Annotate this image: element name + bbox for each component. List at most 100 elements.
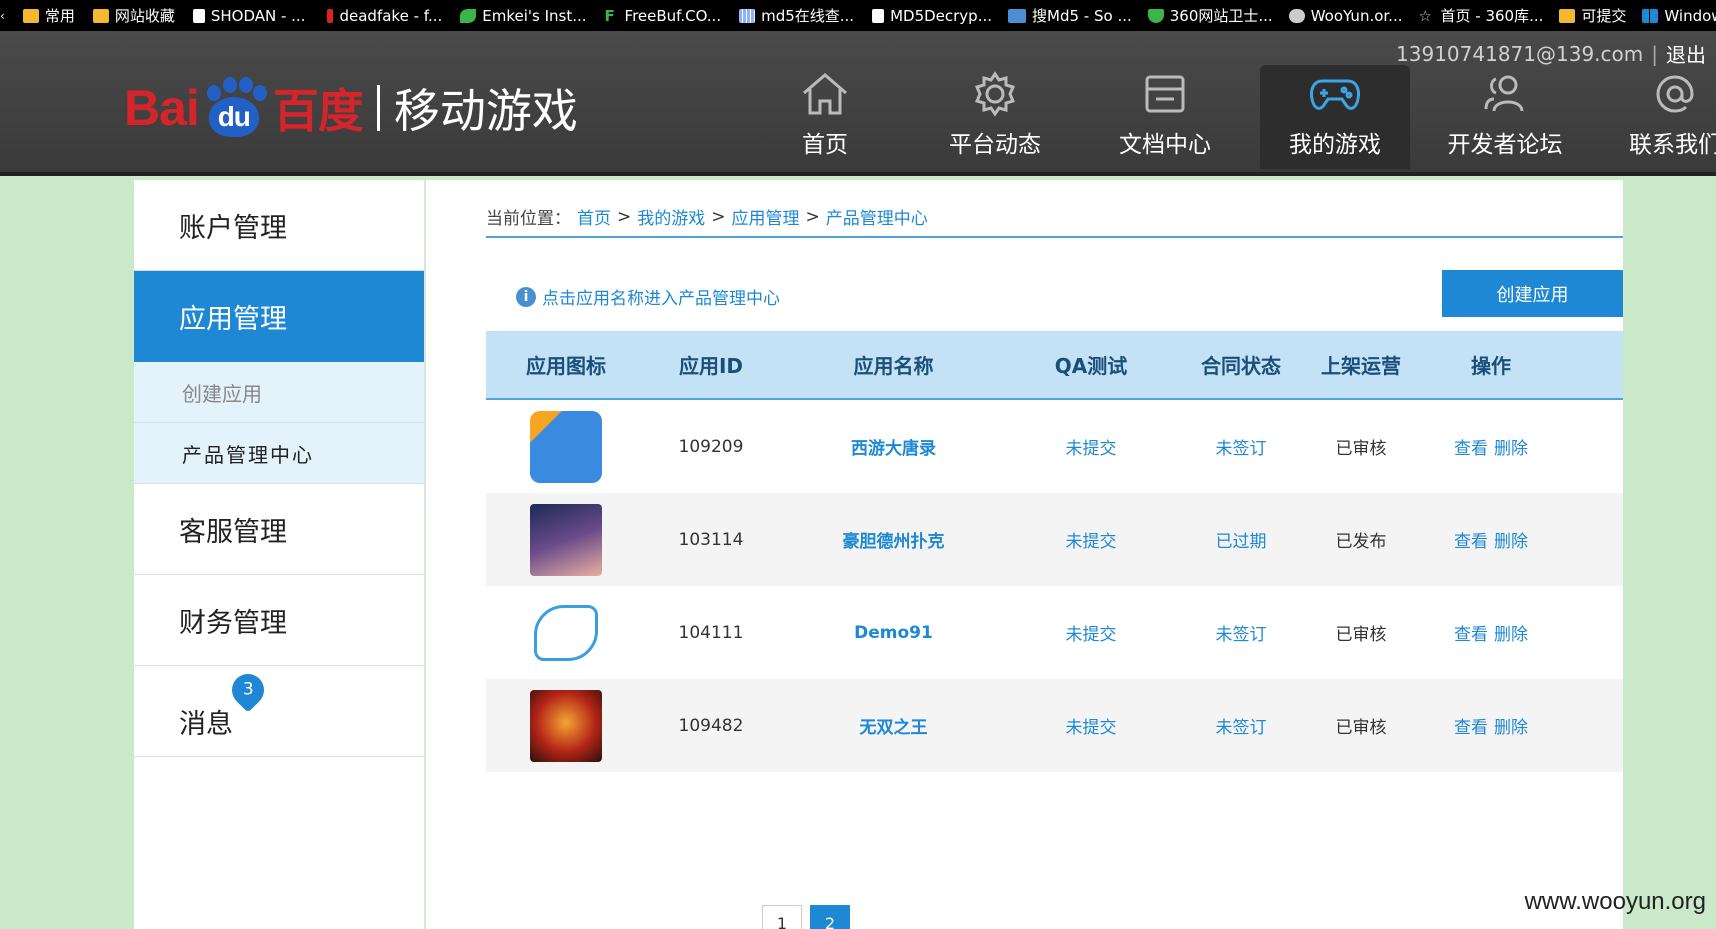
- delete-link[interactable]: 删除: [1494, 532, 1528, 552]
- column-header: 应用ID: [678, 354, 744, 378]
- star-icon: ☆: [1418, 6, 1432, 25]
- bookmark-item[interactable]: 可提交: [1559, 0, 1630, 31]
- app-name-link[interactable]: Demo91: [776, 623, 1011, 643]
- users-icon: [1484, 75, 1524, 112]
- bookmark-item[interactable]: Windows: [1642, 0, 1716, 31]
- chevron-left-icon: ‹: [0, 8, 5, 23]
- bookmark-item[interactable]: ‹: [0, 0, 23, 31]
- bookmark-item[interactable]: 搜Md5 - So ...: [1008, 0, 1136, 31]
- warrior-app-icon[interactable]: [530, 689, 602, 762]
- listing-status: 已审核: [1335, 625, 1387, 645]
- bookmark-item[interactable]: ☆ 首页 - 360库...: [1419, 0, 1548, 31]
- bookmark-item[interactable]: 常用: [22, 0, 79, 31]
- zhangju-app-icon[interactable]: [534, 604, 598, 661]
- bookmark-item[interactable]: deadfake - f...: [327, 0, 446, 31]
- page-button-current[interactable]: 2: [810, 905, 850, 929]
- poker-app-icon[interactable]: [530, 503, 602, 576]
- baidu-logo: Bai du 百度: [124, 75, 364, 141]
- sidebar-subitem-product-center[interactable]: 产品管理中心: [134, 423, 424, 484]
- bookmark-item[interactable]: SHODAN - ...: [192, 0, 310, 31]
- folder-icon: [1559, 8, 1576, 23]
- app-id: 109482: [678, 715, 744, 736]
- breadcrumb: 当前位置： 首页 > 我的游戏 > 应用管理 > 产品管理中心: [486, 204, 928, 230]
- bookmark-item[interactable]: MD5Decryp...: [872, 0, 996, 31]
- qa-status[interactable]: 未提交: [1011, 620, 1171, 645]
- app-name-link[interactable]: 西游大唐录: [776, 434, 1011, 459]
- bookmark-item[interactable]: F FreeBuf.CO...: [605, 0, 726, 31]
- nav-home[interactable]: 首页: [740, 65, 910, 169]
- app-id: 104111: [678, 622, 744, 643]
- app-name-link[interactable]: 豪胆德州扑克: [776, 527, 1011, 552]
- sidebar-item-customer-service[interactable]: 客服管理: [134, 484, 424, 575]
- listing-status: 已发布: [1335, 532, 1387, 552]
- contract-status[interactable]: 未签订: [1171, 434, 1311, 459]
- sidebar-subitem-create-app[interactable]: 创建应用: [134, 362, 424, 423]
- column-header: 操作: [1471, 354, 1511, 378]
- sidebar-item-app-management[interactable]: 应用管理: [134, 271, 424, 362]
- view-link[interactable]: 查看: [1454, 439, 1488, 459]
- logo[interactable]: Bai du 百度 移动游戏: [124, 67, 578, 149]
- delete-link[interactable]: 删除: [1494, 625, 1528, 645]
- breadcrumb-link[interactable]: 我的游戏: [637, 204, 705, 229]
- app-table: 应用图标 应用ID 应用名称 QA测试 合同状态 上架运营 操作 109209 …: [486, 331, 1623, 772]
- bookmark-item[interactable]: 网站收藏: [92, 0, 179, 31]
- table-header: 应用图标 应用ID 应用名称 QA测试 合同状态 上架运营 操作: [486, 331, 1623, 400]
- bookmark-item[interactable]: Emkei's Inst...: [460, 0, 590, 31]
- page-button[interactable]: 1: [762, 905, 802, 929]
- nav-docs[interactable]: 文档中心: [1080, 65, 1250, 169]
- qa-status[interactable]: 未提交: [1011, 527, 1171, 552]
- breadcrumb-link[interactable]: 产品管理中心: [826, 204, 928, 229]
- table-row: 109482 无双之王 未提交 未签订 已审核 查看 删除: [486, 679, 1623, 772]
- app-id: 103114: [678, 529, 744, 550]
- breadcrumb-separator: >: [711, 206, 726, 227]
- listing-status: 已审核: [1335, 439, 1387, 459]
- account-separator: |: [1651, 41, 1658, 66]
- at-icon: [1656, 75, 1694, 113]
- contract-status[interactable]: 未签订: [1171, 713, 1311, 738]
- table-row: 103114 豪胆德州扑克 未提交 已过期 已发布 查看 删除: [486, 493, 1623, 586]
- table-row: 109209 西游大唐录 未提交 未签订 已审核 查看 删除: [486, 400, 1623, 493]
- nav-platform-news[interactable]: 平台动态: [910, 65, 1080, 169]
- qa-status[interactable]: 未提交: [1011, 434, 1171, 459]
- page-icon: [872, 8, 885, 23]
- nav-contact[interactable]: 联系我们: [1590, 65, 1716, 169]
- main-content: 当前位置： 首页 > 我的游戏 > 应用管理 > 产品管理中心 i 点击应用名称…: [426, 180, 1623, 929]
- delete-link[interactable]: 删除: [1494, 439, 1528, 459]
- qa-status[interactable]: 未提交: [1011, 713, 1171, 738]
- breadcrumb-link[interactable]: 首页: [577, 204, 611, 229]
- view-link[interactable]: 查看: [1454, 718, 1488, 738]
- logout-link[interactable]: 退出: [1666, 39, 1706, 68]
- info-icon: i: [516, 286, 536, 307]
- nav-forum[interactable]: 开发者论坛: [1420, 65, 1590, 169]
- bookmark-item[interactable]: 360网站卫士...: [1147, 0, 1277, 31]
- breadcrumb-link[interactable]: 应用管理: [732, 204, 800, 229]
- cloud-icon: [1288, 8, 1305, 23]
- app-name-link[interactable]: 无双之王: [776, 713, 1011, 738]
- account-email[interactable]: 13910741871@139.com: [1396, 42, 1643, 66]
- column-header: 应用名称: [853, 354, 934, 378]
- bookmark-item[interactable]: md5在线查...: [739, 0, 858, 31]
- sidebar-item-account[interactable]: 账户管理: [134, 180, 424, 271]
- gamepad-icon: [1310, 79, 1360, 110]
- sidebar-item-messages[interactable]: 消息 3: [134, 666, 424, 757]
- leaf-icon: [460, 8, 477, 23]
- delete-link[interactable]: 删除: [1494, 718, 1528, 738]
- create-app-button[interactable]: 创建应用: [1442, 270, 1623, 317]
- bookmark-item[interactable]: WooYun.or...: [1288, 0, 1407, 31]
- breadcrumb-separator: >: [617, 206, 632, 227]
- contract-status[interactable]: 已过期: [1171, 527, 1311, 552]
- breadcrumb-prefix: 当前位置：: [486, 209, 571, 229]
- sidebar-item-finance[interactable]: 财务管理: [134, 575, 424, 666]
- view-link[interactable]: 查看: [1454, 532, 1488, 552]
- contract-status[interactable]: 未签订: [1171, 620, 1311, 645]
- logo-divider: [376, 85, 380, 131]
- nav-my-games[interactable]: 我的游戏: [1260, 65, 1410, 169]
- site-header: 13910741871@139.com | 退出 Bai du 百度 移动游戏 …: [0, 31, 1716, 176]
- column-header: 合同状态: [1201, 354, 1281, 378]
- view-link[interactable]: 查看: [1454, 625, 1488, 645]
- dev-app-icon[interactable]: [530, 410, 602, 483]
- folder-icon: [92, 8, 109, 23]
- column-header: 应用图标: [526, 354, 606, 378]
- document-icon: [1145, 75, 1185, 113]
- home-icon: [803, 73, 847, 115]
